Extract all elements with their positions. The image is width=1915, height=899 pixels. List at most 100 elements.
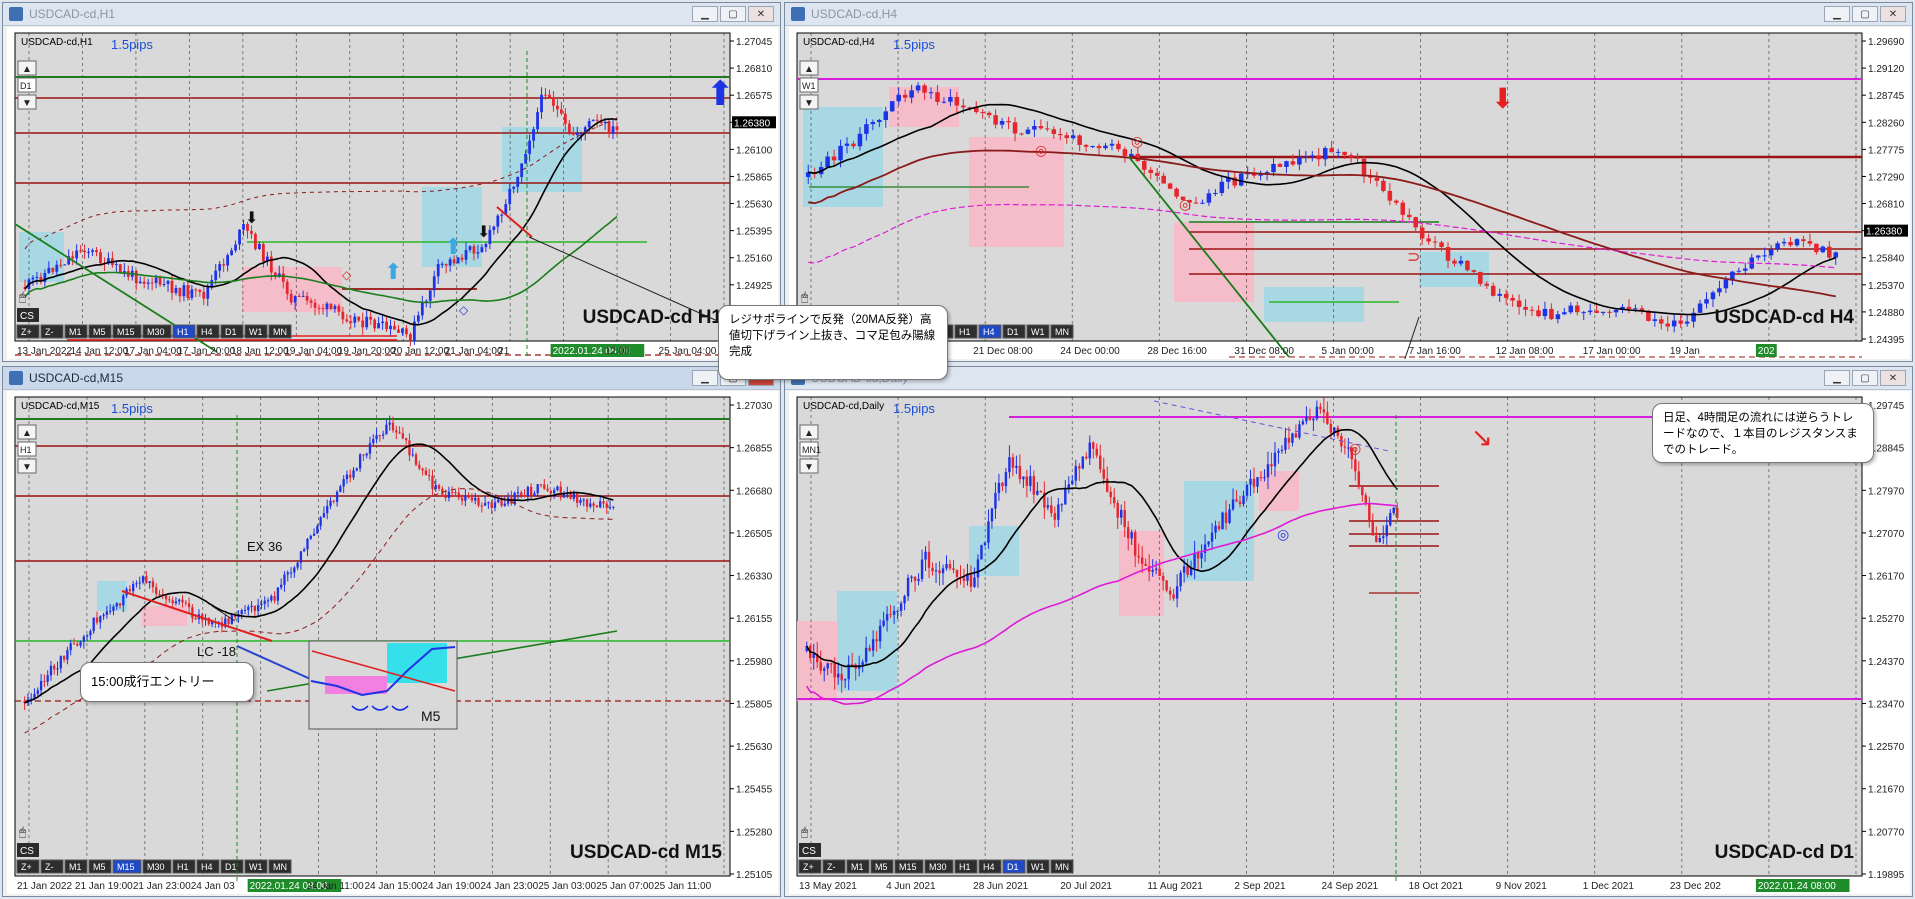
candle-body bbox=[589, 503, 592, 507]
time-label: 18 Jan 12:00 bbox=[231, 346, 289, 357]
candle-body bbox=[1095, 448, 1098, 456]
candle-body bbox=[1322, 409, 1326, 413]
price-label: 1.28745 bbox=[1868, 91, 1905, 102]
candle-body bbox=[825, 156, 830, 168]
chart-window-h1[interactable]: USDCAD-cd,H1 ▁ ▢ ✕ 1.27045 1.26810 1.26575… bbox=[2, 2, 781, 362]
candle-body bbox=[549, 490, 553, 494]
candle-body bbox=[1342, 151, 1347, 156]
candle-body bbox=[493, 502, 497, 508]
time-label: 14 Jan 12:00 bbox=[70, 346, 128, 357]
timeframe-button-label: H4 bbox=[201, 327, 213, 337]
maximize-button[interactable]: ▢ bbox=[1852, 370, 1878, 386]
close-button[interactable]: ✕ bbox=[748, 6, 774, 22]
minimize-button[interactable]: ▁ bbox=[692, 370, 718, 386]
candle-body bbox=[559, 109, 563, 114]
candle-body bbox=[1659, 319, 1664, 324]
candle-body bbox=[1142, 161, 1147, 170]
candle-body bbox=[388, 422, 391, 425]
candle-body bbox=[39, 680, 43, 691]
candle-body bbox=[349, 321, 353, 323]
window-titlebar[interactable]: USDCAD-cd,M15 ▁ ▢ ✕ bbox=[3, 367, 780, 390]
chart-canvas[interactable]: 1.29690 1.29120 1.28745 1.28260 1.27775 1.272… bbox=[789, 27, 1910, 359]
timeframe-button-label: MN bbox=[1055, 327, 1069, 337]
candle-body bbox=[99, 252, 102, 264]
candle-body bbox=[55, 264, 59, 272]
time-label: 18 Oct 2021 bbox=[1409, 881, 1464, 892]
minimize-button[interactable]: ▁ bbox=[692, 6, 718, 22]
candle-body bbox=[576, 492, 579, 503]
plot-area bbox=[796, 396, 1863, 877]
candle-body bbox=[615, 126, 619, 131]
chart-svg[interactable]: 1.29690 1.29120 1.28745 1.28260 1.27775 1.272… bbox=[789, 27, 1910, 359]
down-arrow-marker: ⬇ bbox=[245, 210, 258, 227]
candle-body bbox=[1193, 202, 1199, 204]
candle-body bbox=[444, 263, 448, 266]
candle-body bbox=[178, 599, 181, 602]
candle-body bbox=[980, 545, 983, 560]
candle-body bbox=[1389, 512, 1392, 526]
candle-body bbox=[1308, 417, 1312, 421]
candle-body bbox=[114, 264, 118, 266]
candle-body bbox=[1137, 555, 1140, 558]
candle-body bbox=[1600, 311, 1606, 314]
candle-body bbox=[487, 502, 490, 504]
chart-svg[interactable]: 1.27045 1.26810 1.26575 1.26380 1.26100 1.258… bbox=[7, 27, 778, 359]
candle-body bbox=[1122, 149, 1128, 156]
candle-body bbox=[844, 143, 850, 146]
candle-body bbox=[401, 328, 404, 333]
candle-body bbox=[999, 121, 1005, 125]
candle-body bbox=[1626, 306, 1632, 309]
m15-entry-text: 15:00成行エントリー bbox=[91, 674, 215, 689]
candle-body bbox=[1392, 507, 1395, 513]
window-titlebar[interactable]: USDCAD-cd,Daily ▁ ▢ ✕ bbox=[785, 367, 1912, 390]
chart-window-h4[interactable]: USDCAD-cd,H4 ▁ ▢ ✕ 1.29690 1.29120 1.28745… bbox=[784, 2, 1913, 362]
time-cursor-label: 202 bbox=[1758, 346, 1775, 357]
candle-body bbox=[1458, 260, 1464, 264]
chart-canvas[interactable]: 1.27045 1.26810 1.26575 1.26380 1.26100 1.258… bbox=[7, 27, 778, 359]
candle-body bbox=[451, 491, 454, 493]
time-label: 11 Aug 2021 bbox=[1147, 881, 1203, 892]
candle-body bbox=[194, 618, 197, 620]
candle-body bbox=[1213, 192, 1218, 194]
candle-body bbox=[1008, 457, 1011, 473]
maximize-button[interactable]: ▢ bbox=[720, 6, 746, 22]
chart-canvas[interactable]: 1.29745 1.28845 1.27970 1.27070 1.26170 1.252… bbox=[789, 391, 1910, 894]
candle-body bbox=[281, 273, 285, 282]
candle-body bbox=[1755, 255, 1761, 258]
candle-body bbox=[480, 505, 483, 507]
candle-body bbox=[553, 490, 556, 494]
price-label: 1.26680 bbox=[736, 486, 773, 497]
candle-body bbox=[389, 325, 392, 330]
minimize-button[interactable]: ▁ bbox=[1824, 370, 1850, 386]
candle-body bbox=[556, 105, 559, 110]
candle-body bbox=[118, 264, 122, 274]
timeframe-button-label: Z- bbox=[45, 862, 54, 872]
up-arrow-icon: ▲ bbox=[22, 428, 32, 439]
minimize-button[interactable]: ▁ bbox=[1824, 6, 1850, 22]
window-title: USDCAD-cd,H4 bbox=[811, 7, 898, 21]
candle-body bbox=[1096, 146, 1102, 149]
candle-body bbox=[948, 564, 952, 569]
chart-svg[interactable]: 1.297451.288451.279701.270701.261701.252… bbox=[789, 391, 1910, 894]
circle-marker: ◎ bbox=[1035, 142, 1047, 158]
timeframe-button-label: M1 bbox=[851, 862, 864, 872]
candle-body bbox=[1214, 525, 1217, 533]
candle-body bbox=[49, 665, 53, 676]
candle-body bbox=[1382, 536, 1385, 539]
window-titlebar[interactable]: USDCAD-cd,H1 ▁ ▢ ✕ bbox=[3, 3, 780, 26]
window-titlebar[interactable]: USDCAD-cd,H4 ▁ ▢ ✕ bbox=[785, 3, 1912, 26]
close-button[interactable]: ✕ bbox=[1880, 370, 1906, 386]
candle-body bbox=[1025, 129, 1031, 134]
candle-body bbox=[520, 163, 524, 177]
chart-svg[interactable]: 1.27030 1.26855 1.26680 1.26505 1.26330 1.261… bbox=[7, 391, 778, 894]
maximize-button[interactable]: ▢ bbox=[1852, 6, 1878, 22]
candle-body bbox=[935, 92, 940, 102]
close-button[interactable]: ✕ bbox=[1880, 6, 1906, 22]
candle-body bbox=[253, 605, 257, 612]
candle-body bbox=[377, 323, 381, 329]
chart-window-m15[interactable]: USDCAD-cd,M15 ▁ ▢ ✕ 1.27030 1.26855 1.2668… bbox=[2, 366, 781, 897]
candle-body bbox=[1158, 568, 1161, 576]
chart-canvas[interactable]: 1.27030 1.26855 1.26680 1.26505 1.26330 1.261… bbox=[7, 391, 778, 894]
timeframe-button-label: Z- bbox=[827, 862, 836, 872]
candle-body bbox=[1298, 424, 1301, 438]
